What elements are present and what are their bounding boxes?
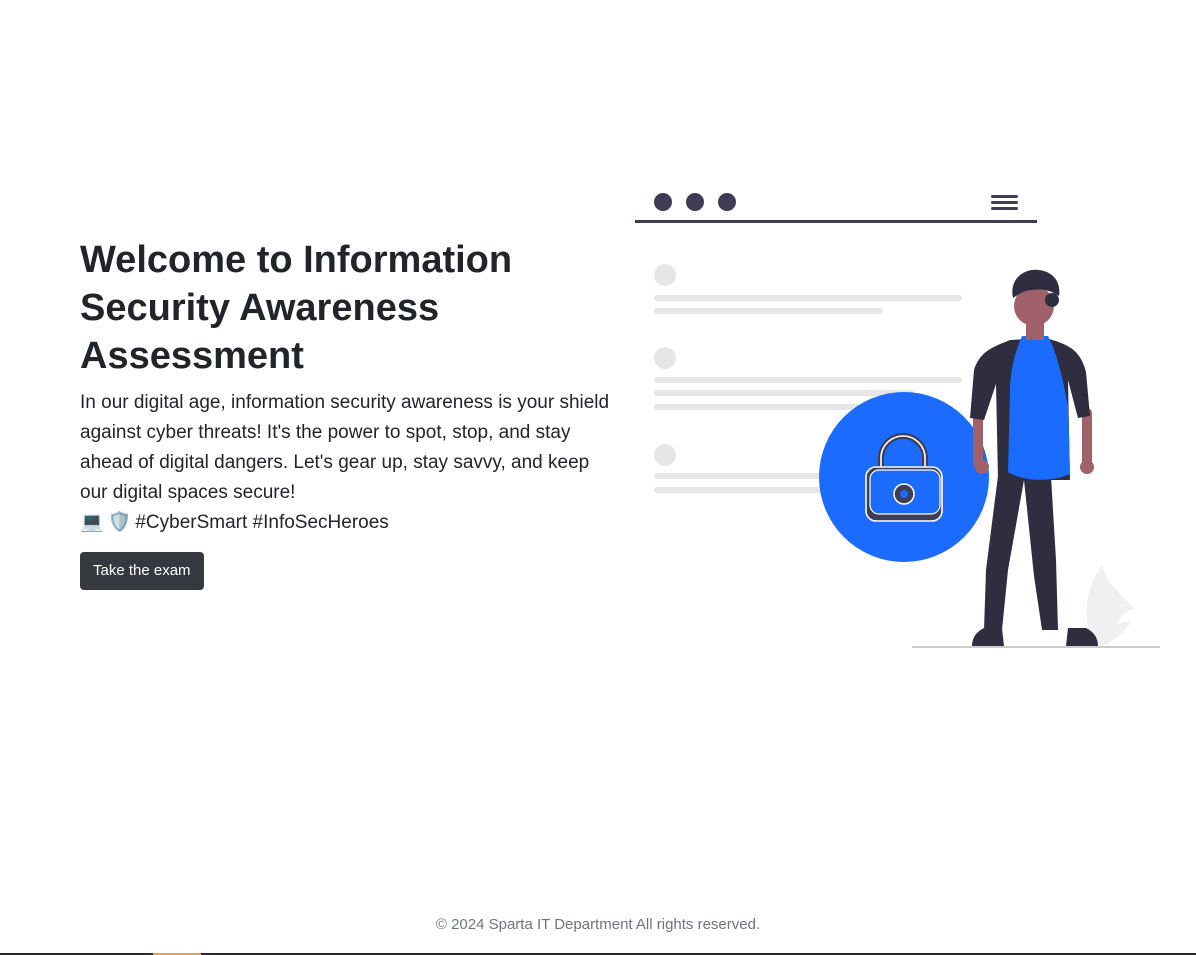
browser-dots-icon	[654, 193, 736, 211]
hamburger-menu-icon	[991, 195, 1018, 210]
copyright-text: © 2024 Sparta IT Department All rights r…	[435, 916, 761, 933]
person-figure	[970, 269, 1098, 646]
take-exam-button[interactable]: Take the exam	[80, 552, 204, 590]
browser-header-line	[635, 220, 1037, 223]
hashtags: #CyberSmart #InfoSecHeroes	[135, 512, 389, 533]
security-illustration	[635, 193, 1160, 648]
footer: © 2024 Sparta IT Department All rights r…	[0, 914, 1196, 936]
laptop-icon: 💻	[80, 512, 104, 533]
hashtag-line: 💻 🛡️ #CyberSmart #InfoSecHeroes	[80, 508, 610, 538]
hero-description: In our digital age, information security…	[80, 392, 610, 503]
page-title: Welcome to Information Security Awarenes…	[80, 239, 513, 377]
plant-icon	[1086, 565, 1134, 645]
hero-section: Welcome to Information Security Awarenes…	[80, 236, 610, 538]
shield-icon: 🛡️	[107, 512, 132, 533]
ground-line	[912, 646, 1160, 648]
